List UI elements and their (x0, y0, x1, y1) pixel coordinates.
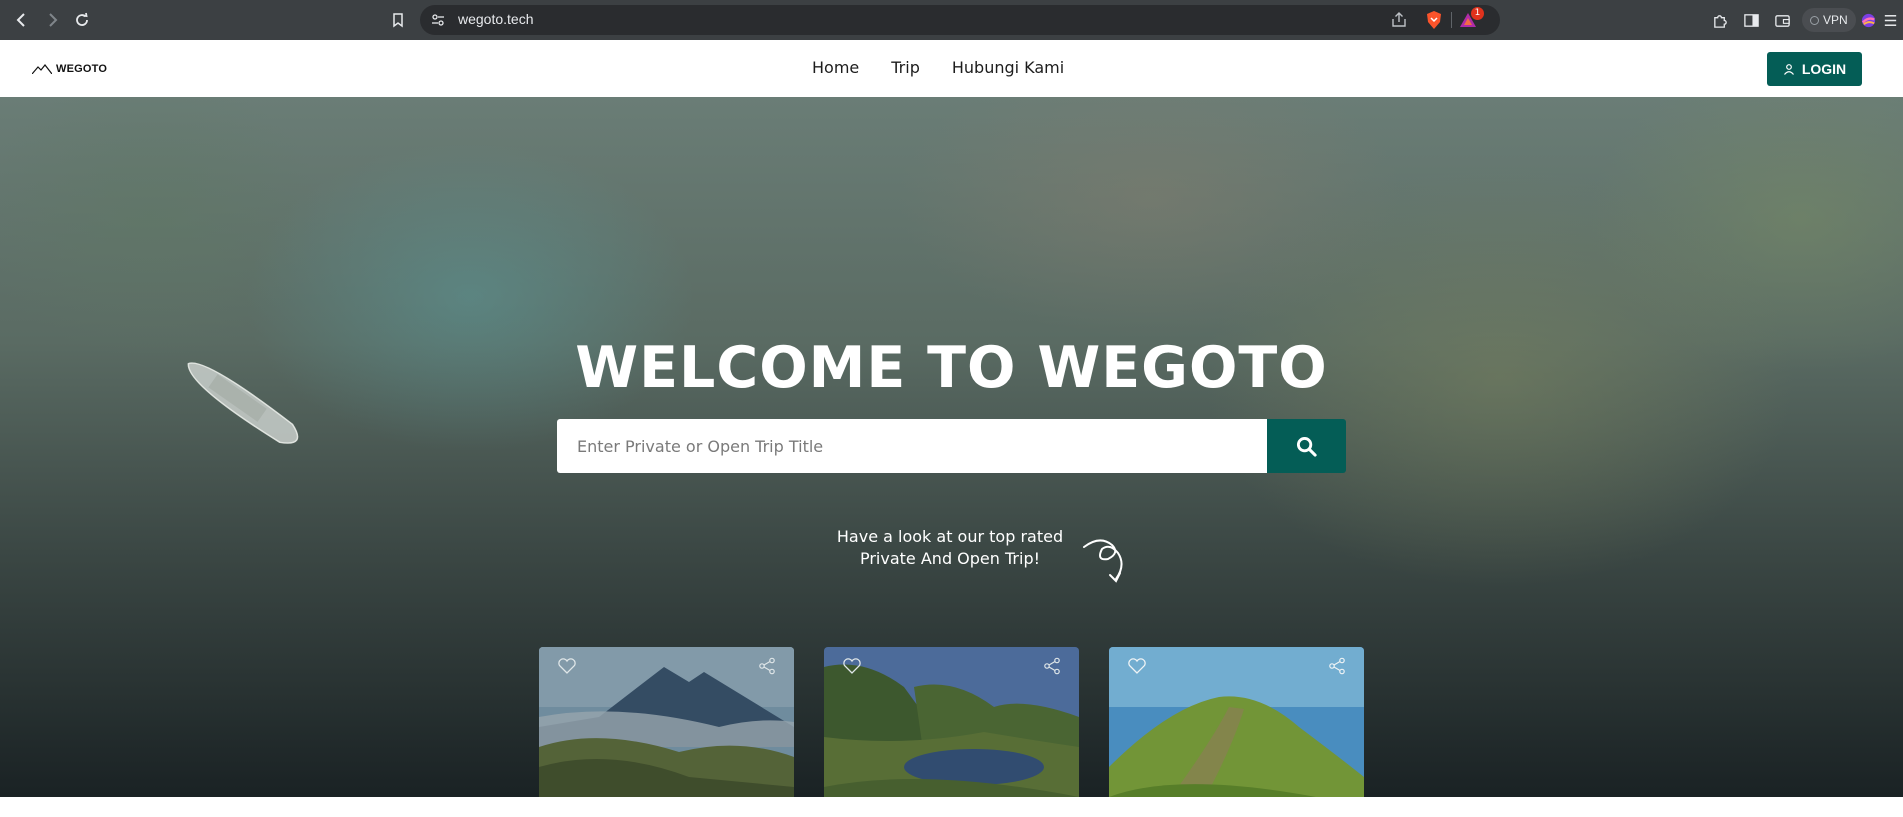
sidebar-icon (1743, 13, 1759, 27)
nav-hubungi-kami[interactable]: Hubungi Kami (952, 58, 1064, 77)
menu-button[interactable] (1880, 10, 1900, 30)
brave-shields-icon[interactable] (1424, 10, 1444, 30)
trip-card[interactable] (1109, 647, 1364, 797)
share-icon[interactable] (1043, 657, 1061, 675)
card-overlay (539, 647, 794, 797)
share-icon[interactable] (758, 657, 776, 675)
page-below-hero (0, 797, 1903, 817)
brave-rewards-button[interactable]: 1 (1458, 7, 1484, 30)
heart-icon[interactable] (1127, 657, 1147, 675)
card-overlay (1109, 647, 1364, 797)
sidebar-button[interactable] (1741, 10, 1761, 30)
vpn-status-icon (1810, 15, 1819, 25)
vpn-button[interactable]: VPN (1802, 8, 1856, 32)
heart-icon[interactable] (842, 657, 862, 675)
site-settings-icon[interactable] (430, 12, 446, 28)
main-nav: Home Trip Hubungi Kami (812, 58, 1064, 77)
vpn-label: VPN (1823, 13, 1848, 27)
profile-icon (1861, 13, 1875, 27)
bookmark-icon (393, 13, 403, 28)
search-button[interactable] (1267, 419, 1346, 473)
curly-arrow-icon (1083, 539, 1123, 583)
reload-icon (76, 12, 88, 26)
divider (1451, 12, 1452, 28)
search-input[interactable] (557, 419, 1267, 473)
login-button[interactable]: LOGIN (1767, 52, 1862, 86)
logo-text: WEGOTO (56, 63, 108, 75)
hero-title: WELCOME TO WEGOTO (575, 335, 1328, 401)
bookmark-button[interactable] (386, 8, 410, 32)
back-icon (16, 13, 25, 27)
profile-button[interactable] (1858, 10, 1878, 30)
back-button[interactable] (10, 8, 34, 32)
hero-section: WELCOME TO WEGOTO Have a look at our top… (0, 97, 1903, 797)
tagline-line-1: Have a look at our top rated (836, 527, 1064, 546)
hero-tagline: Have a look at our top rated Private And… (820, 526, 1080, 570)
share-icon[interactable] (1328, 657, 1346, 675)
wallet-icon (1774, 14, 1790, 27)
mountain-logo-icon (32, 64, 52, 74)
wallet-button[interactable] (1772, 10, 1792, 30)
search-icon (1296, 436, 1317, 457)
url-text[interactable]: wegoto.tech (458, 11, 534, 27)
menu-icon (1884, 14, 1896, 26)
nav-home[interactable]: Home (812, 58, 859, 77)
trip-search (557, 419, 1346, 473)
tagline-line-2: Private And Open Trip! (859, 549, 1041, 568)
extensions-button[interactable] (1710, 10, 1730, 30)
trip-card[interactable] (824, 647, 1079, 797)
forward-icon (49, 13, 58, 27)
browser-toolbar: wegoto.tech 1 VPN (0, 0, 1903, 40)
nav-trip[interactable]: Trip (891, 58, 920, 77)
trip-card[interactable] (539, 647, 794, 797)
forward-button[interactable] (40, 8, 64, 32)
user-icon (1783, 64, 1794, 75)
login-label: LOGIN (1801, 61, 1847, 77)
share-icon[interactable] (1390, 11, 1408, 29)
site-logo[interactable]: WEGOTO (32, 63, 107, 75)
address-bar[interactable]: wegoto.tech 1 (420, 5, 1500, 35)
reload-button[interactable] (70, 8, 94, 32)
heart-icon[interactable] (557, 657, 577, 675)
rewards-badge: 1 (1471, 7, 1484, 20)
card-overlay (824, 647, 1079, 797)
site-header: WEGOTO Home Trip Hubungi Kami LOGIN (0, 40, 1903, 97)
extensions-icon (1713, 14, 1727, 28)
